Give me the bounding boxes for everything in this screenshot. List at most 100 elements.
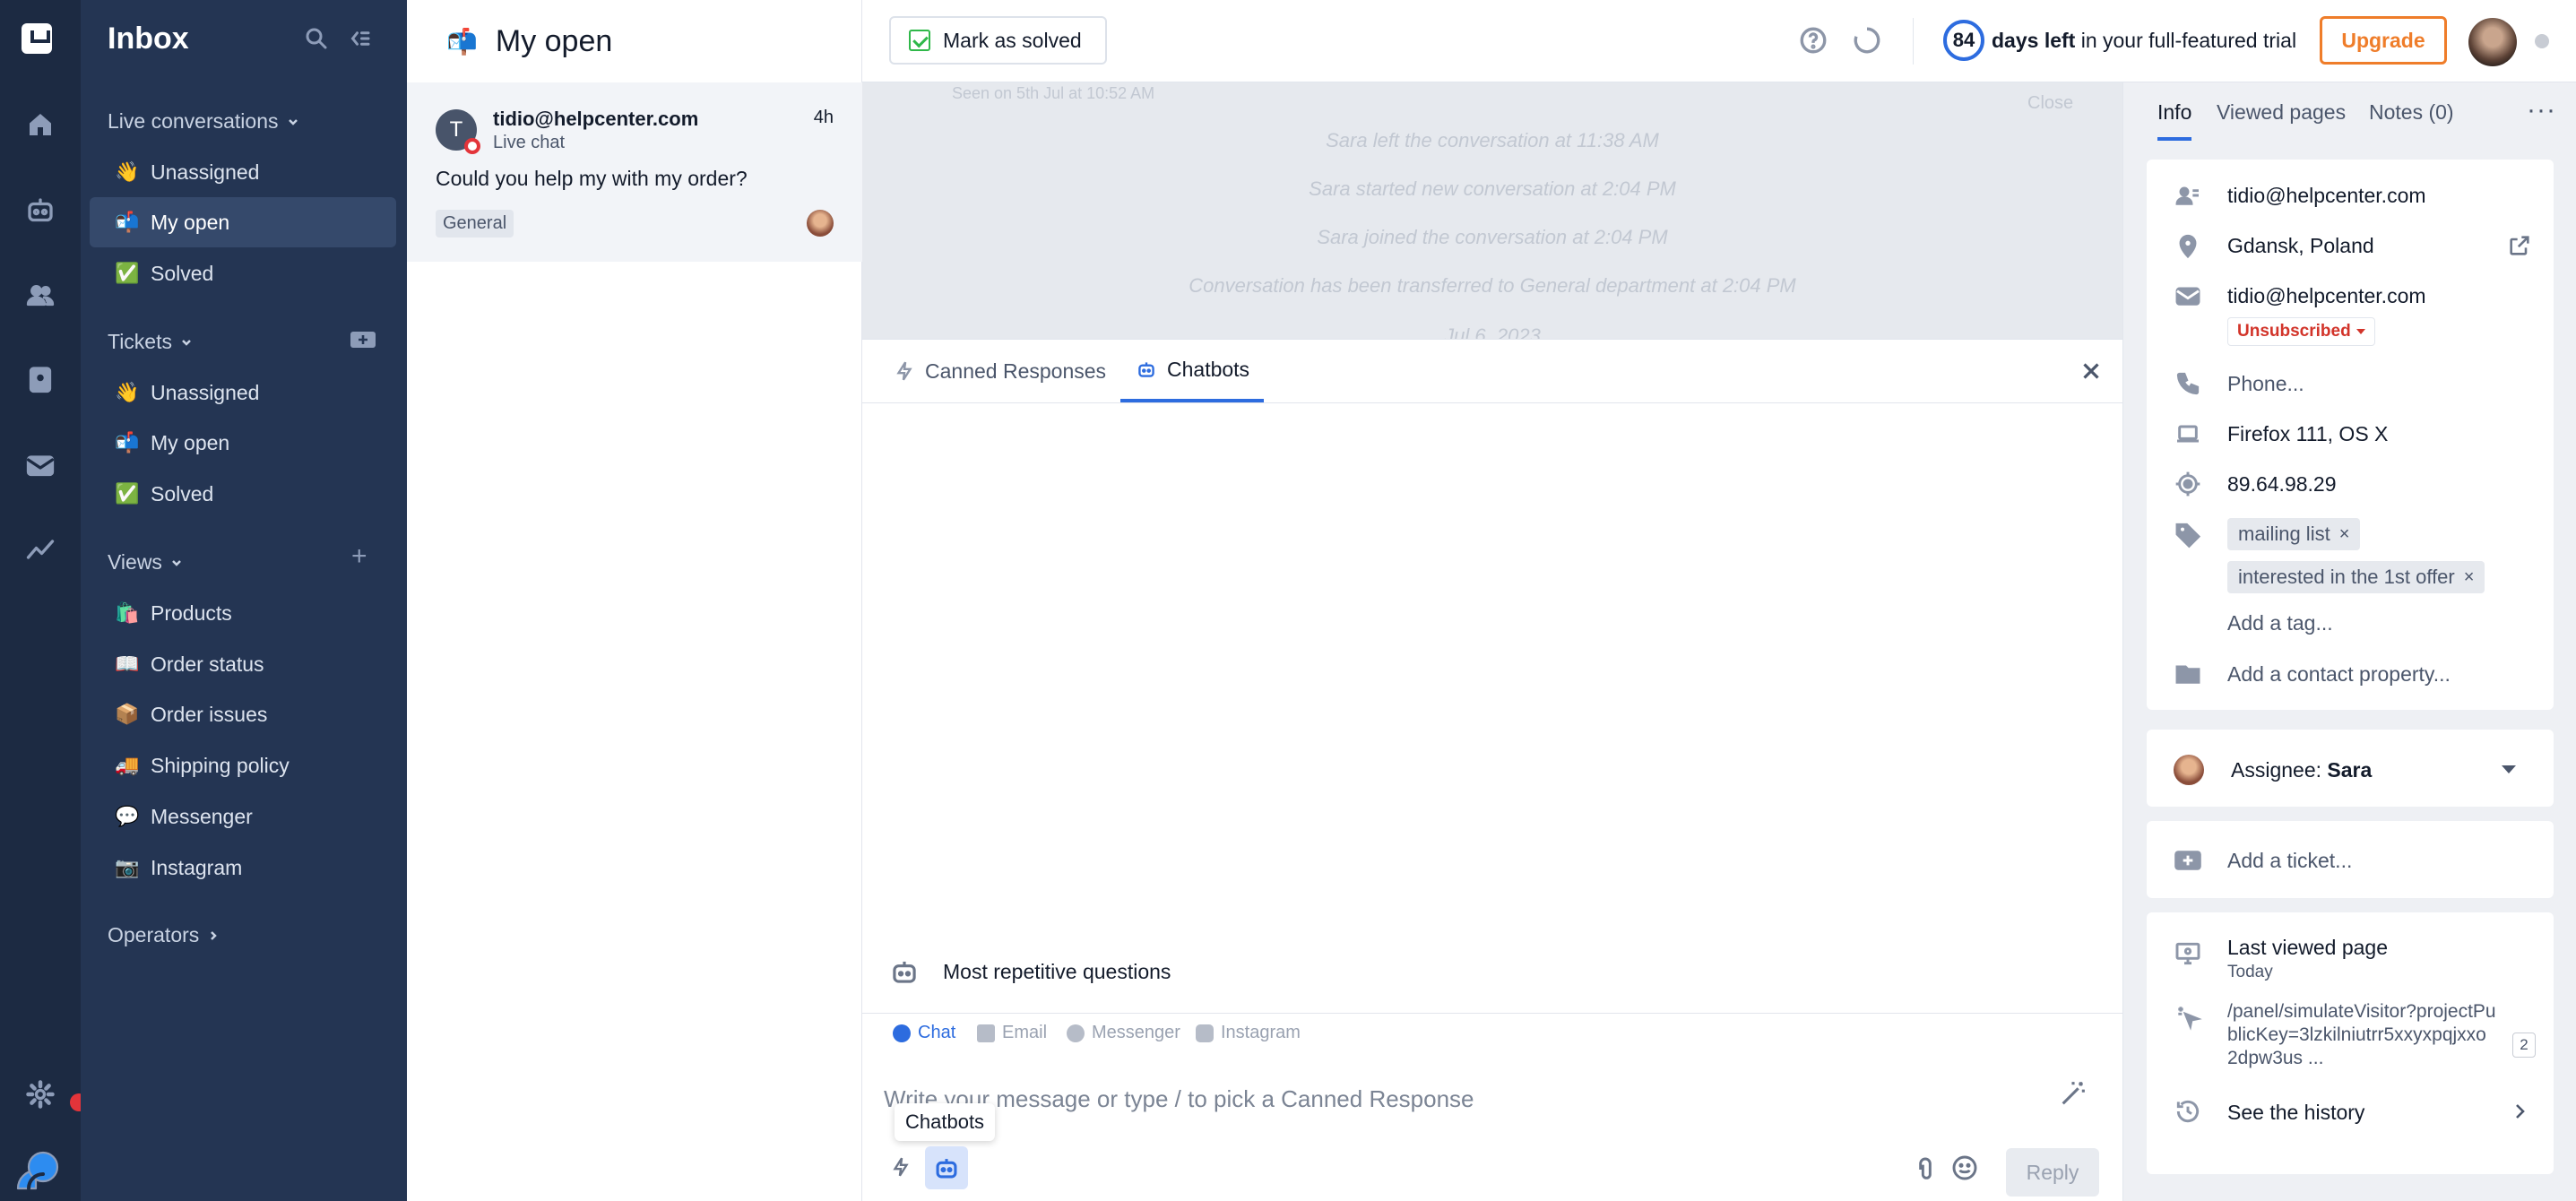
tickets-icon[interactable] — [18, 357, 63, 402]
conversation-preview: Could you help my with my order? — [436, 167, 748, 190]
sidebar-item-shipping-policy[interactable]: 🚚 Shipping policy — [90, 740, 396, 791]
sidebar-item-order-issues[interactable]: 📦 Order issues — [90, 689, 396, 739]
chevron-down-icon — [2502, 765, 2516, 773]
analytics-icon[interactable] — [18, 527, 63, 572]
channel-instagram[interactable]: Instagram — [1196, 1023, 1301, 1043]
most-repetitive-questions[interactable]: Most repetitive questions — [887, 955, 1171, 989]
sidebar-item-messenger[interactable]: 💬 Messenger — [90, 791, 396, 842]
assignee-avatar — [807, 210, 834, 237]
close-conversation-link[interactable]: Close — [2027, 93, 2073, 114]
live-conversations-section[interactable]: Live conversations — [108, 109, 300, 134]
contacts-icon[interactable] — [18, 272, 63, 317]
sidebar-item-tickets-unassigned[interactable]: 👋 Unassigned — [90, 367, 396, 418]
tab-chatbots[interactable]: Chatbots — [1120, 340, 1265, 402]
chatbots-tooltip: Chatbots — [895, 1103, 996, 1141]
message-composer: Chat Email Messenger Instagram Write you… — [862, 1013, 2122, 1201]
contact-avatar: T — [436, 109, 480, 154]
assignee-card[interactable]: Assignee: Sara — [2147, 730, 2554, 807]
target-icon — [2174, 470, 2202, 498]
last-viewed-url[interactable]: /panel/simulateVisitor?projectPublicKey=… — [2227, 1000, 2496, 1070]
reply-button[interactable]: Reply — [2006, 1148, 2099, 1197]
tab-canned-responses[interactable]: Canned Responses — [893, 340, 1106, 402]
seen-status: Seen on 5th Jul at 10:52 AM — [952, 84, 1155, 102]
loading-icon[interactable] — [1852, 25, 1882, 56]
close-panel-button[interactable] — [2078, 358, 2105, 384]
add-tag-link[interactable]: Add a tag... — [2227, 611, 2333, 635]
date-separator: Jul 6, 2023 — [1444, 324, 1541, 339]
offline-status-icon — [464, 138, 480, 154]
tab-info[interactable]: Info — [2157, 100, 2192, 141]
add-property-row[interactable]: Add a contact property... — [2147, 658, 2554, 690]
channel-email[interactable]: Email — [977, 1023, 1047, 1043]
conversation-item[interactable]: T tidio@helpcenter.com Live chat 4h Coul… — [407, 82, 862, 262]
sidebar-title: Inbox — [108, 22, 189, 56]
tickets-section[interactable]: Tickets — [108, 330, 194, 354]
chevron-down-icon — [172, 559, 181, 566]
email-row[interactable]: tidio@helpcenter.com — [2147, 280, 2554, 312]
email-icon — [977, 1024, 995, 1042]
more-options-icon[interactable]: ··· — [2527, 95, 2556, 125]
collapse-sidebar-icon[interactable] — [346, 25, 373, 52]
chatbot-icon[interactable] — [18, 188, 63, 233]
sidebar-item-live-my-open[interactable]: 📬 My open — [90, 197, 396, 247]
top-bar: Mark as solved 84 days left in your full… — [862, 0, 2576, 82]
instagram-icon — [1196, 1024, 1214, 1042]
mark-as-solved-button[interactable]: Mark as solved — [889, 16, 1107, 65]
sidebar-item-live-solved[interactable]: ✅ Solved — [90, 248, 396, 298]
close-icon — [2083, 363, 2099, 379]
bolt-icon — [896, 361, 912, 381]
magic-wand-icon — [2062, 1082, 2085, 1105]
tab-viewed-pages[interactable]: Viewed pages — [2217, 100, 2346, 137]
channel-messenger[interactable]: Messenger — [1067, 1023, 1180, 1043]
last-viewed-time: Today — [2227, 963, 2273, 981]
remove-tag-icon[interactable]: × — [2339, 524, 2350, 545]
operators-section[interactable]: Operators — [108, 923, 220, 947]
remove-tag-icon[interactable]: × — [2464, 567, 2475, 588]
chevron-right-icon — [211, 930, 218, 940]
inbox-logo-icon[interactable] — [22, 23, 52, 54]
add-view-button[interactable]: + — [351, 541, 367, 572]
chevron-right-icon[interactable] — [2509, 1101, 2530, 1127]
inbox-sidebar: Inbox Live conversations 👋 Unassigned 📬 My… — [81, 0, 407, 1201]
sidebar-item-order-status[interactable]: 📖 Order status — [90, 639, 396, 689]
add-ticket-card[interactable]: Add a ticket... — [2147, 821, 2554, 898]
user-avatar[interactable] — [2468, 18, 2517, 66]
attachment-icon[interactable] — [1911, 1155, 1940, 1184]
canned-responses-button[interactable] — [889, 1155, 912, 1183]
chevron-down-icon — [288, 118, 298, 125]
views-section[interactable]: Views — [108, 550, 184, 575]
sidebar-item-instagram[interactable]: 📷 Instagram — [90, 842, 396, 893]
sidebar-item-products[interactable]: 🛍️ Products — [90, 588, 396, 638]
phone-row[interactable]: Phone... — [2147, 367, 2554, 400]
mailbox-icon[interactable] — [18, 443, 63, 488]
emoji-icon[interactable] — [1950, 1153, 1979, 1182]
help-icon[interactable] — [1798, 25, 1828, 56]
truck-icon: 🚚 — [115, 754, 140, 776]
add-ticket-icon[interactable] — [350, 328, 376, 351]
channel-chat[interactable]: Chat — [893, 1023, 955, 1043]
system-message: Sara joined the conversation at 2:04 PM — [1317, 226, 1668, 248]
sidebar-item-tickets-solved[interactable]: ✅ Solved — [90, 469, 396, 519]
external-link-icon[interactable] — [2507, 233, 2532, 258]
contact-name-row[interactable]: tidio@helpcenter.com — [2147, 179, 2554, 212]
see-history-link[interactable]: See the history — [2227, 1101, 2364, 1125]
subscription-status-dropdown[interactable]: Unsubscribed — [2227, 317, 2375, 346]
status-indicator — [2535, 34, 2549, 48]
sidebar-item-live-unassigned[interactable]: 👋 Unassigned — [90, 147, 396, 197]
browser-row: Firefox 111, OS X — [2147, 418, 2554, 450]
sidebar-item-tickets-my-open[interactable]: 📬 My open — [90, 418, 396, 468]
home-icon[interactable] — [18, 102, 63, 147]
contact-tag: interested in the 1st offer × — [2227, 561, 2485, 593]
history-icon — [2174, 1097, 2202, 1126]
package-icon: 📦 — [115, 703, 140, 725]
ai-assist-button[interactable] — [2058, 1078, 2088, 1113]
search-icon[interactable] — [303, 25, 330, 52]
location-row: Gdansk, Poland — [2147, 229, 2554, 262]
bolt-icon — [893, 1157, 909, 1177]
upgrade-button[interactable]: Upgrade — [2320, 16, 2447, 65]
chatbots-button[interactable] — [925, 1146, 968, 1189]
settings-gear-icon[interactable] — [18, 1072, 63, 1117]
tidio-logo-icon[interactable] — [13, 1147, 59, 1190]
chatbot-icon — [1138, 362, 1154, 377]
tab-notes[interactable]: Notes (0) — [2369, 100, 2454, 137]
